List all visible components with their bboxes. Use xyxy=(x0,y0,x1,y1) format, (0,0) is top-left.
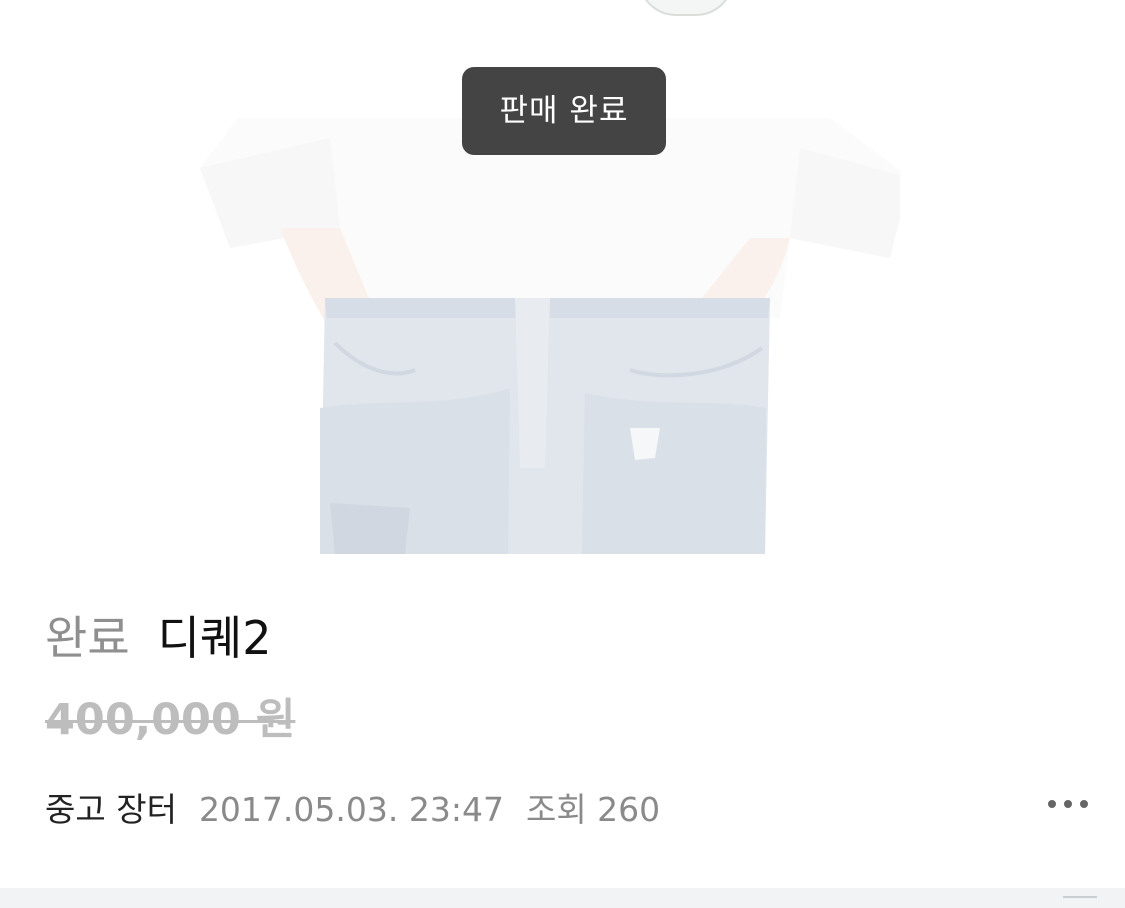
post-title: 디퀘2 xyxy=(157,611,272,665)
sold-out-badge: 판매 완료 xyxy=(462,67,666,155)
post-detail-page: 판매 완료 완료 디퀘2 400,000 원 중고 장터 2017.05.03. 2… xyxy=(0,0,1125,908)
cropped-bottom-icon xyxy=(1063,896,1097,908)
product-photo[interactable] xyxy=(190,108,900,554)
status-label: 완료 xyxy=(45,611,130,665)
sold-overlay xyxy=(190,108,900,554)
price-strikethrough: 400,000 원 xyxy=(45,695,296,745)
post-meta: 중고 장터 2017.05.03. 23:47 조회 260 xyxy=(45,785,660,835)
view-count: 조회 260 xyxy=(525,790,661,829)
board-name-link[interactable]: 중고 장터 xyxy=(45,790,177,829)
bottom-divider xyxy=(0,888,1125,908)
post-title-row: 완료 디퀘2 xyxy=(45,608,272,668)
more-dots-icon[interactable] xyxy=(1040,788,1096,820)
cropped-top-element xyxy=(638,0,734,16)
post-date: 2017.05.03. 23:47 xyxy=(198,790,504,829)
